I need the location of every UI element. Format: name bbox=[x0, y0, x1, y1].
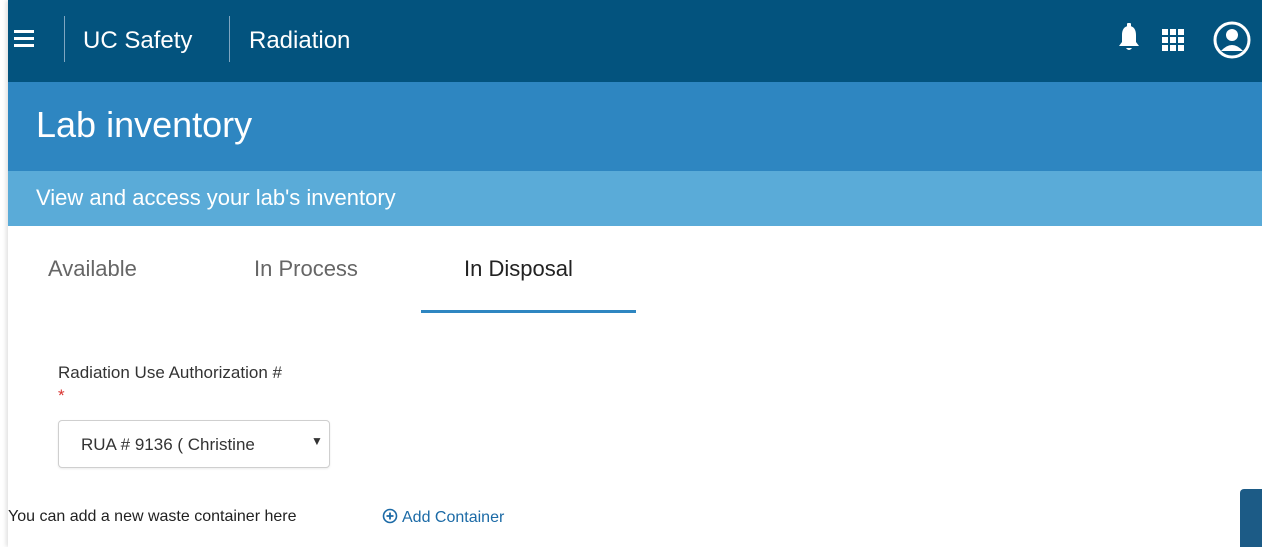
divider bbox=[64, 16, 65, 62]
active-tab-indicator bbox=[421, 310, 636, 313]
tab-available[interactable]: Available bbox=[48, 256, 137, 282]
rua-field-label: Radiation Use Authorization # bbox=[58, 363, 282, 382]
caret-down-icon: ▼ bbox=[311, 434, 323, 448]
apps-grid-icon[interactable] bbox=[1160, 22, 1186, 56]
tab-in-disposal[interactable]: In Disposal bbox=[464, 256, 573, 282]
app-window: UC Safety Radiation Lab inventory View a… bbox=[8, 0, 1262, 547]
rua-select[interactable]: RUA # 9136 ( Christine ▼ bbox=[58, 420, 330, 468]
feedback-tab[interactable]: ack bbox=[1240, 489, 1262, 547]
account-icon[interactable] bbox=[1212, 20, 1252, 60]
add-container-label: Add Container bbox=[402, 509, 505, 526]
bell-icon[interactable] bbox=[1116, 22, 1142, 56]
page-title: Lab inventory bbox=[36, 104, 253, 145]
menu-icon[interactable] bbox=[14, 30, 34, 48]
page-subtitle: View and access your lab's inventory bbox=[36, 185, 396, 210]
feedback-label: ack bbox=[1240, 523, 1243, 545]
app-name[interactable]: UC Safety bbox=[83, 27, 192, 55]
add-circle-icon bbox=[382, 508, 398, 524]
add-container-link[interactable]: Add Container bbox=[382, 508, 504, 527]
required-marker: * bbox=[58, 386, 65, 405]
top-nav-bar: UC Safety Radiation bbox=[8, 0, 1262, 82]
add-container-helper-text: You can add a new waste container here bbox=[8, 508, 297, 525]
tab-in-process[interactable]: In Process bbox=[254, 256, 358, 282]
divider bbox=[229, 16, 230, 62]
rua-selected-value: RUA # 9136 ( Christine bbox=[81, 435, 255, 454]
module-name[interactable]: Radiation bbox=[249, 27, 350, 55]
